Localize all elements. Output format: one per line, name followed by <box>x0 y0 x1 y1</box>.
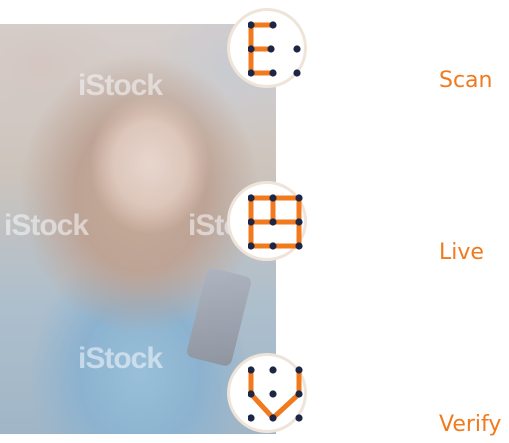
watermark-text: iStock <box>4 209 89 242</box>
live-icon-disc <box>230 184 304 258</box>
liveness-grid-icon <box>248 194 303 250</box>
watermark-text: iStock <box>78 342 163 375</box>
verify-check-icon <box>248 366 303 422</box>
step-label-live: Live <box>439 240 484 265</box>
verify-icon-disc <box>230 356 304 430</box>
scan-icon-disc <box>230 11 304 85</box>
step-label-verify: Verify <box>439 412 502 437</box>
smartphone-image <box>185 266 253 368</box>
step-label-scan: Scan <box>439 68 493 93</box>
scan-id-icon <box>248 21 301 77</box>
watermark-text: iStock <box>78 69 163 102</box>
